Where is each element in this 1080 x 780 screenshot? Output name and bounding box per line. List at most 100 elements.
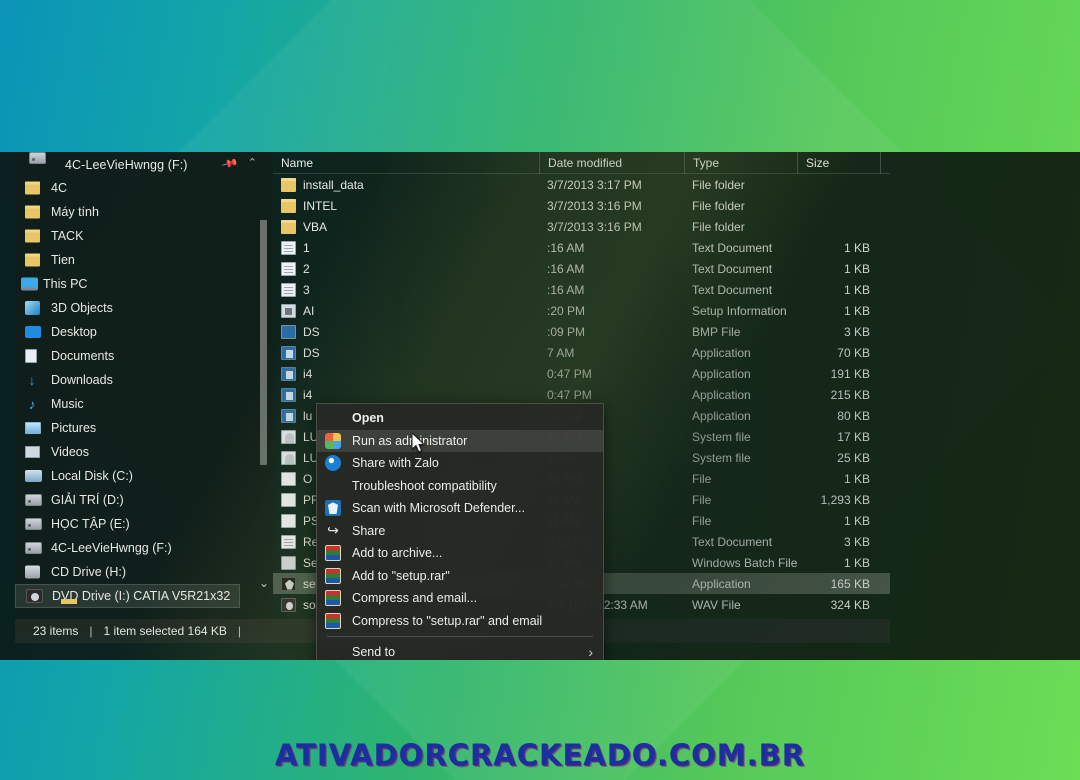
nav-item-dvd-drive-i-catia-v5r21x32[interactable]: DVD Drive (I:) CATIA V5R21x32: [15, 584, 240, 608]
menu-item-run-as-administrator[interactable]: Run as administrator: [317, 429, 603, 452]
menu-item-share[interactable]: ↪ Share: [317, 520, 603, 543]
table-row[interactable]: DS 7 AM Application 70 KB: [273, 342, 890, 363]
file-date-cell: 3/7/2013 3:17 PM: [547, 177, 642, 192]
videos-icon: [25, 446, 40, 458]
status-item-count: 23 items: [33, 624, 79, 638]
table-row[interactable]: DS:09 PM BMP File 3 KB: [273, 321, 890, 342]
nav-item-tien[interactable]: Tien: [15, 248, 273, 272]
nav-item-desktop[interactable]: Desktop: [15, 320, 273, 344]
nav-item-h-c-t-p-e[interactable]: HỌC TẬP (E:): [15, 512, 273, 536]
context-menu[interactable]: Open Run as administrator Share with Zalo T…: [316, 403, 604, 660]
chevron-down-icon[interactable]: ⌄: [259, 576, 269, 590]
nav-item-documents[interactable]: Documents: [15, 344, 273, 368]
column-header-type[interactable]: Type: [684, 152, 797, 174]
nav-item-label: CD Drive (H:): [51, 565, 126, 579]
table-row[interactable]: 2:16 AM Text Document 1 KB: [273, 258, 890, 279]
menu-item-compress-to-setup-rar-and-email[interactable]: Compress to "setup.rar" and email: [317, 610, 603, 633]
menu-item-add-to-archive[interactable]: Add to archive...: [317, 542, 603, 565]
nav-item-gi-i-tr-d[interactable]: GIẢI TRÍ (D:): [15, 488, 273, 512]
file-type-cell: Windows Batch File: [692, 555, 798, 570]
nav-item-cd-drive-h[interactable]: CD Drive (H:): [15, 560, 273, 584]
menu-item-troubleshoot-compatibility[interactable]: Troubleshoot compatibility: [317, 475, 603, 498]
folder-icon: [281, 177, 296, 192]
nav-header-label: 4C-LeeVieHwngg (F:): [65, 158, 188, 172]
menu-item-label: Add to archive...: [352, 546, 443, 561]
nav-item-downloads[interactable]: ↓ Downloads: [15, 368, 273, 392]
file-type-cell: System file: [692, 429, 751, 444]
dvd-drive-icon: [26, 589, 43, 603]
table-row[interactable]: 1:16 AM Text Document 1 KB: [273, 237, 890, 258]
file-date-cell: :09 PM: [547, 324, 586, 339]
column-header-date-modified[interactable]: Date modified: [539, 152, 684, 174]
application-icon: [281, 345, 296, 360]
navigation-pane[interactable]: 4C-LeeVieHwngg (F:) 📌 ⌃ 4C Máy tính TACK Ti…: [15, 152, 273, 632]
table-row[interactable]: VBA 3/7/2013 3:16 PM File folder: [273, 216, 890, 237]
nav-item-label: 4C-LeeVieHwngg (F:): [51, 541, 172, 555]
nav-pane-header[interactable]: 4C-LeeVieHwngg (F:) 📌 ⌃: [15, 152, 273, 176]
file-icon: [281, 471, 296, 486]
uac-shield-icon: [325, 432, 341, 449]
file-name-label: i4: [303, 387, 313, 402]
column-header-row: Name Date modified Type Size: [273, 152, 890, 174]
file-size-cell: 3 KB: [843, 534, 870, 549]
column-header-size[interactable]: Size: [797, 152, 880, 174]
table-row[interactable]: INTEL 3/7/2013 3:16 PM File folder: [273, 195, 890, 216]
file-name-label: install_data: [303, 177, 364, 192]
winrar-icon: [325, 612, 341, 629]
table-row[interactable]: 3:16 AM Text Document 1 KB: [273, 279, 890, 300]
application-icon: [281, 408, 296, 423]
table-row[interactable]: AI:20 PM Setup Information 1 KB: [273, 300, 890, 321]
nav-item-local-disk-c[interactable]: Local Disk (C:): [15, 464, 273, 488]
this-pc-icon: [21, 277, 38, 291]
file-type-cell: WAV File: [692, 597, 741, 612]
nav-item-label: 3D Objects: [51, 301, 113, 315]
table-row[interactable]: i4 0:47 PM Application 215 KB: [273, 384, 890, 405]
file-name-label: AI: [303, 303, 315, 318]
table-row[interactable]: i4 0:47 PM Application 191 KB: [273, 363, 890, 384]
nav-item-label: Local Disk (C:): [51, 469, 133, 483]
nav-item-label: Máy tính: [51, 205, 99, 219]
table-row[interactable]: install_data 3/7/2013 3:17 PM File folder: [273, 174, 890, 195]
file-size-cell: 1 KB: [843, 513, 870, 528]
text-document-icon: [281, 240, 296, 255]
menu-item-compress-and-email[interactable]: Compress and email...: [317, 587, 603, 610]
pin-icon[interactable]: 📌: [221, 154, 239, 172]
nav-item-4c-leeviehwngg-f[interactable]: 4C-LeeVieHwngg (F:): [15, 536, 273, 560]
file-icon: [281, 492, 296, 507]
nav-partial-item-label: · ·: [85, 594, 96, 606]
menu-item-share-with-zalo[interactable]: Share with Zalo: [317, 452, 603, 475]
nav-item-list: 4C Máy tính TACK Tien This PC 3D Objects Deskt…: [15, 176, 273, 608]
file-date-cell: 7 AM: [547, 345, 575, 360]
system-file-icon: [281, 429, 296, 444]
menu-item-label: Send to: [352, 645, 396, 660]
nav-item-label: Pictures: [51, 421, 97, 435]
nav-item-3d-objects[interactable]: 3D Objects: [15, 296, 273, 320]
folder-icon: [25, 181, 40, 195]
menu-item-open[interactable]: Open: [317, 407, 603, 430]
nav-item-4c[interactable]: 4C: [15, 176, 273, 200]
application-icon: [281, 366, 296, 381]
menu-item-scan-with-microsoft-defender[interactable]: Scan with Microsoft Defender...: [317, 497, 603, 520]
drive-icon: [29, 152, 46, 164]
file-size-cell: 191 KB: [830, 366, 870, 381]
text-document-icon: [281, 534, 296, 549]
nav-item-music[interactable]: ♪ Music: [15, 392, 273, 416]
column-header-name[interactable]: Name: [273, 152, 539, 174]
file-date-cell: :16 AM: [547, 261, 585, 276]
file-type-cell: File folder: [692, 177, 745, 192]
nav-item-m-y-t-nh[interactable]: Máy tính: [15, 200, 273, 224]
nav-scrollbar-thumb[interactable]: [260, 220, 267, 465]
chevron-up-icon[interactable]: ⌃: [248, 156, 257, 169]
menu-item-send-to[interactable]: Send to ›: [317, 641, 603, 660]
file-size-cell: 1 KB: [843, 282, 870, 297]
chevron-right-icon: ›: [588, 644, 593, 660]
nav-item-videos[interactable]: Videos: [15, 440, 273, 464]
nav-item-tack[interactable]: TACK: [15, 224, 273, 248]
nav-item-label: Desktop: [51, 325, 97, 339]
winrar-icon: [325, 590, 341, 607]
file-name-label: DS: [303, 324, 320, 339]
file-name-cell: DS: [273, 345, 539, 360]
nav-item-this-pc[interactable]: This PC: [15, 272, 273, 296]
nav-item-pictures[interactable]: Pictures: [15, 416, 273, 440]
menu-item-add-to-setup-rar[interactable]: Add to "setup.rar": [317, 565, 603, 588]
